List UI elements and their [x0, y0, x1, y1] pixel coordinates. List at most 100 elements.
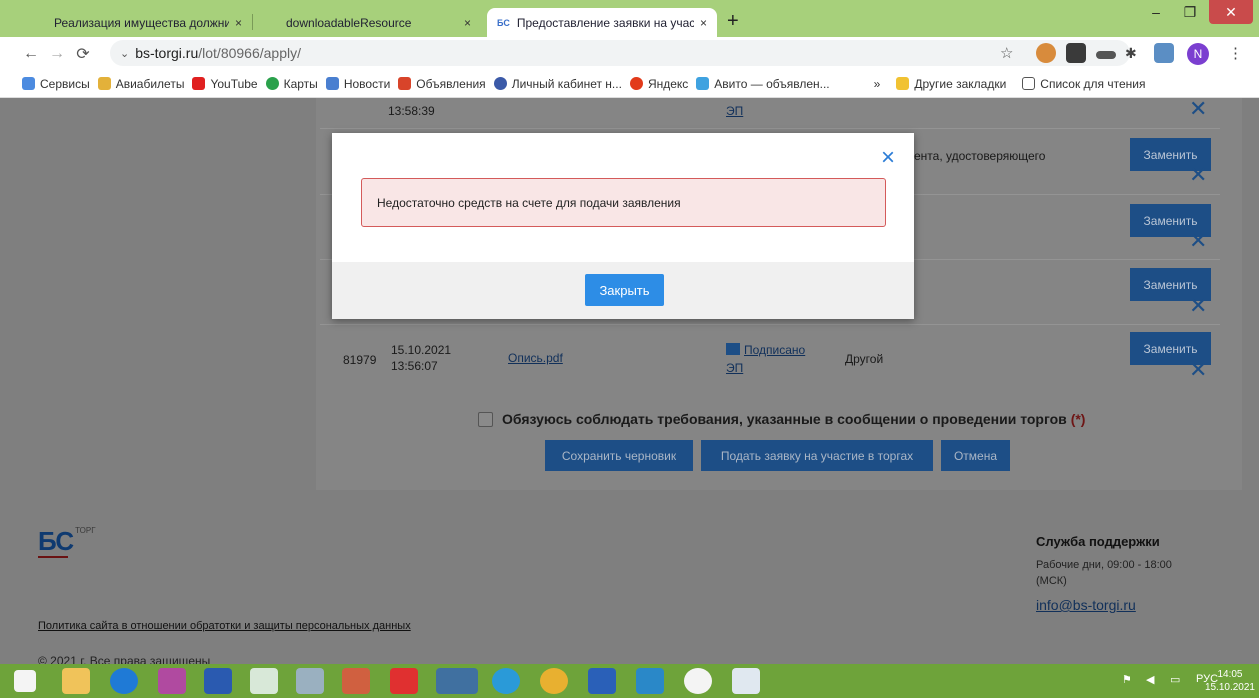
delete-x-icon[interactable]: ✕: [1189, 357, 1207, 383]
error-modal: × Недостаточно средств на счете для пода…: [332, 133, 914, 319]
row-date: 15.10.2021: [391, 343, 452, 357]
logo-text: БС: [38, 526, 74, 556]
agree-text: Обязуюсь соблюдать требования, указанные…: [502, 411, 1067, 427]
reading-list-icon: [1022, 77, 1036, 90]
bookmark-label: Личный кабинет н...: [511, 76, 622, 91]
cancel-button[interactable]: Отмена: [941, 440, 1010, 471]
submit-application-button[interactable]: Подать заявку на участие в торгах: [701, 440, 933, 471]
bookmark-label: YouTube: [210, 76, 258, 91]
row-time: 13:56:07: [391, 359, 438, 373]
bookmark-news[interactable]: Новости: [325, 77, 390, 91]
cabinet-icon: [493, 77, 507, 90]
network-icon[interactable]: ▭: [1170, 673, 1180, 686]
row-signature-link[interactable]: ЭП: [726, 104, 743, 118]
close-button[interactable]: Закрыть: [585, 274, 664, 306]
spreadsheet-icon[interactable]: [250, 668, 278, 694]
delete-x-icon[interactable]: ✕: [1189, 293, 1207, 319]
close-tab-icon[interactable]: ×: [700, 16, 707, 30]
reading-list-button[interactable]: Список для чтения: [1022, 77, 1146, 91]
file-link[interactable]: Опись.pdf: [508, 351, 563, 365]
extension-icon[interactable]: [1036, 43, 1056, 63]
bookmarks-overflow-button[interactable]: »: [874, 77, 881, 91]
new-tab-button[interactable]: +: [727, 10, 739, 33]
menu-dots-icon[interactable]: ⋮: [1228, 44, 1243, 62]
bookmark-yandex[interactable]: Яндекс: [629, 77, 688, 91]
shield-icon[interactable]: [204, 668, 232, 694]
delete-x-icon[interactable]: ✕: [1189, 228, 1207, 254]
bookmark-flights[interactable]: Авиабилеты: [97, 77, 184, 91]
minimize-icon[interactable]: ‒: [1141, 0, 1171, 24]
forward-arrow-icon[interactable]: →: [44, 45, 70, 63]
file-explorer-icon[interactable]: [62, 668, 90, 694]
url-path: /lot/80966/apply/: [198, 45, 301, 61]
plane-icon: [97, 77, 111, 90]
signature-link[interactable]: ЭП: [726, 361, 743, 375]
yandex-icon: [629, 77, 643, 90]
bookmark-maps[interactable]: Карты: [265, 76, 318, 91]
delete-x-icon[interactable]: ✕: [1189, 162, 1207, 188]
support-email-link[interactable]: info@bs-torgi.ru: [1036, 597, 1136, 613]
chrome-icon[interactable]: [540, 668, 568, 694]
app-icon[interactable]: [732, 668, 760, 694]
youtube-icon: [192, 77, 206, 90]
back-arrow-icon[interactable]: ←: [18, 45, 44, 63]
bookmark-label: Авито — объявлен...: [714, 76, 830, 91]
reload-icon[interactable]: ⟳: [70, 44, 96, 64]
browser-tab-strip: Реализация имущества должни × downloadab…: [0, 0, 1259, 37]
chrome-beta-icon[interactable]: [436, 668, 478, 694]
start-windows-icon[interactable]: [14, 670, 36, 692]
tab-title: downloadableResource: [286, 15, 412, 30]
modal-close-icon[interactable]: ×: [881, 144, 895, 172]
word-icon[interactable]: [588, 668, 616, 694]
news-icon: [325, 77, 339, 90]
close-tab-icon[interactable]: ×: [464, 16, 471, 30]
signed-link[interactable]: Подписано: [744, 343, 805, 357]
row-doc-type: ента, удостоверяющего: [914, 149, 1046, 163]
paint-icon[interactable]: [342, 668, 370, 694]
other-bookmarks-folder[interactable]: Другие закладки: [896, 77, 1006, 91]
bookmark-label: Карты: [283, 76, 318, 91]
app-icon[interactable]: [158, 668, 186, 694]
yandex-browser-icon[interactable]: [390, 668, 418, 694]
flag-icon[interactable]: ⚑: [1122, 673, 1132, 686]
delete-x-icon[interactable]: ✕: [1189, 98, 1207, 122]
save-draft-button[interactable]: Сохранить черновик: [545, 440, 693, 471]
mail-extension-icon[interactable]: [1066, 43, 1086, 63]
logo-subtext: ТОРГ: [75, 526, 96, 535]
internet-explorer-icon[interactable]: [110, 668, 138, 694]
footer-logo[interactable]: БС ТОРГ: [38, 526, 96, 558]
bookmark-cabinet[interactable]: Личный кабинет н...: [493, 76, 622, 91]
yandex-icon[interactable]: [684, 668, 712, 694]
folder-icon: [896, 77, 910, 90]
signature-icon: [726, 343, 740, 355]
edge-icon[interactable]: [492, 668, 520, 694]
site-info-icon[interactable]: ⌄: [120, 47, 129, 60]
extension-icon[interactable]: [1096, 51, 1116, 59]
tab-downloadable-resource[interactable]: downloadableResource ×: [276, 8, 481, 37]
tab-title: Предоставление заявки на учас: [516, 15, 694, 30]
bookmark-star-icon[interactable]: ☆: [1000, 44, 1013, 62]
extensions-puzzle-icon[interactable]: ✱: [1125, 45, 1137, 62]
ads-icon: [398, 77, 412, 90]
tab-realization[interactable]: Реализация имущества должни ×: [44, 8, 252, 37]
browser-toolbar: ← → ⟳ ⌄ bs-torgi.ru/lot/80966/apply/ ☆ ✱…: [0, 37, 1259, 70]
profile-avatar[interactable]: N: [1187, 43, 1209, 65]
bookmark-label: Другие закладки: [914, 76, 1007, 91]
window-close-icon[interactable]: ✕: [1209, 0, 1253, 24]
bookmark-youtube[interactable]: YouTube: [192, 76, 258, 91]
bs-favicon-icon: БС: [497, 17, 510, 28]
maximize-icon[interactable]: ❐: [1175, 0, 1205, 24]
bookmark-avito[interactable]: Авито — объявлен...: [696, 76, 830, 91]
bookmark-services[interactable]: Сервисы: [22, 77, 90, 91]
extension-icon[interactable]: [1154, 43, 1174, 63]
bookmark-ads[interactable]: Объявления: [398, 77, 486, 91]
close-tab-icon[interactable]: ×: [235, 16, 242, 30]
app-icon[interactable]: [296, 668, 324, 694]
privacy-policy-link[interactable]: Политика сайта в отношении обратотки и з…: [38, 620, 411, 632]
agree-checkbox[interactable]: [478, 412, 493, 427]
tab-application[interactable]: БС Предоставление заявки на учас ×: [487, 8, 717, 37]
system-clock[interactable]: 14:05 15.10.2021: [1205, 668, 1255, 694]
address-bar[interactable]: ⌄ bs-torgi.ru/lot/80966/apply/: [110, 40, 1130, 66]
app-icon[interactable]: [636, 668, 664, 694]
volume-icon[interactable]: ◀: [1146, 673, 1154, 686]
